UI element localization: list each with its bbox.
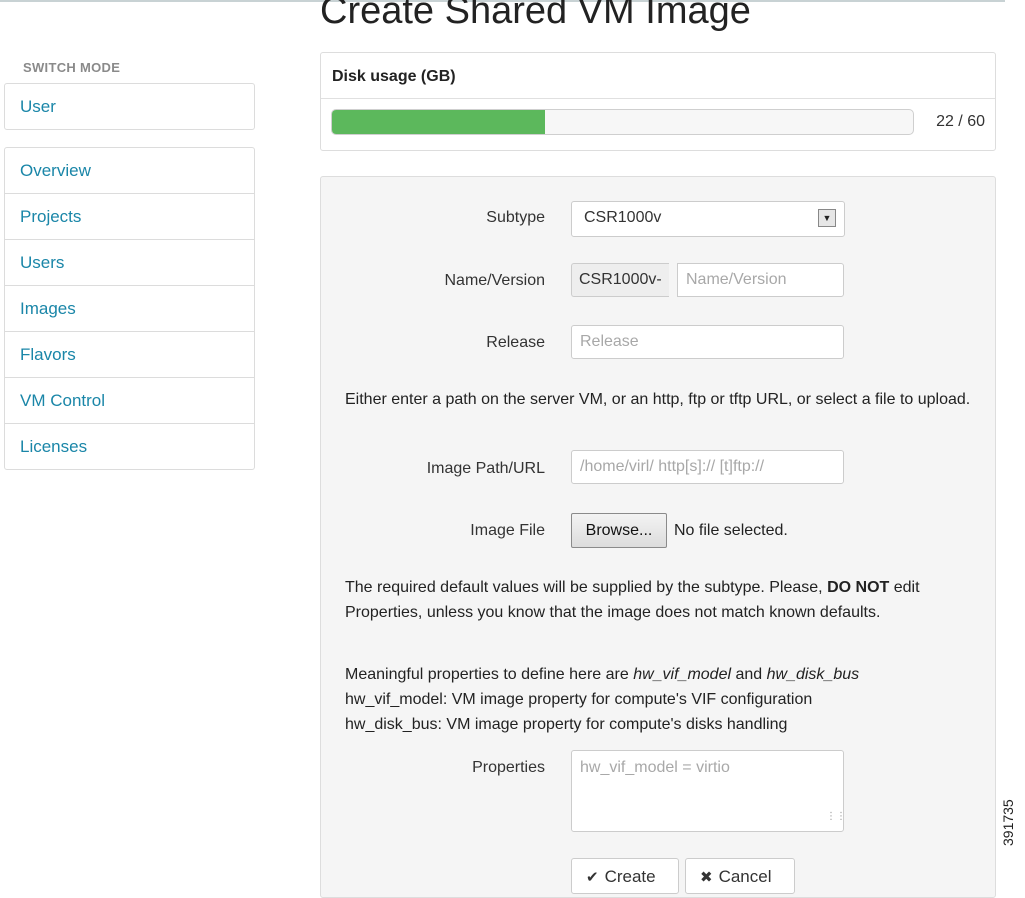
props-help-pre: Meaningful properties to define here are xyxy=(345,666,629,683)
defaults-help-bold: DO NOT xyxy=(827,579,890,596)
subtype-select[interactable]: CSR1000v ▼ xyxy=(571,201,845,237)
sidebar-item-images[interactable]: Images xyxy=(5,286,254,332)
mode-switcher: User xyxy=(4,83,255,130)
sidebar-item-users[interactable]: Users xyxy=(5,240,254,286)
disk-usage-progress-bar xyxy=(331,109,914,135)
defaults-help-text: The required default values will be supp… xyxy=(345,575,975,625)
resize-grip-icon[interactable]: ⋮⋮ xyxy=(826,812,846,822)
defaults-help-pre: The required default values will be supp… xyxy=(345,579,823,596)
sidebar-item-projects[interactable]: Projects xyxy=(5,194,254,240)
path-help-text: Either enter a path on the server VM, or… xyxy=(345,391,971,408)
image-path-label: Image Path/URL xyxy=(426,460,545,477)
name-version-prefix: CSR1000v- xyxy=(571,263,669,297)
sidebar-nav: Overview Projects Users Images Flavors V… xyxy=(4,147,255,470)
props-help-and: and xyxy=(735,666,763,683)
sidebar-item-flavors[interactable]: Flavors xyxy=(5,332,254,378)
properties-label: Properties xyxy=(472,759,545,776)
props-help-em2: hw_disk_bus xyxy=(766,666,860,683)
cancel-button-label: Cancel xyxy=(718,867,772,886)
name-version-label: Name/Version xyxy=(444,272,546,289)
sidebar-item-licenses[interactable]: Licenses xyxy=(5,424,254,469)
browse-button[interactable]: Browse... xyxy=(571,513,667,548)
disk-usage-title: Disk usage (GB) xyxy=(321,53,995,99)
create-button[interactable]: ✔ Create xyxy=(571,858,679,894)
subtype-value: CSR1000v xyxy=(584,209,662,226)
create-image-form: Subtype CSR1000v ▼ Name/Version CSR1000v… xyxy=(320,176,996,898)
file-status-text: No file selected. xyxy=(674,522,788,539)
disk-usage-progress-fill xyxy=(332,110,546,134)
figure-id: 391735 xyxy=(1000,799,1016,846)
properties-textarea[interactable] xyxy=(571,750,844,832)
disk-usage-count: 22 / 60 xyxy=(936,113,985,130)
sidebar-item-overview[interactable]: Overview xyxy=(5,148,254,194)
image-file-label: Image File xyxy=(470,522,545,539)
properties-help-text: Meaningful properties to define here are… xyxy=(345,662,975,737)
page-title: Create Shared VM Image xyxy=(320,0,751,32)
switch-mode-label: SWITCH MODE xyxy=(23,60,121,75)
sidebar-item-vm-control[interactable]: VM Control xyxy=(5,378,254,424)
release-label: Release xyxy=(486,334,545,351)
name-version-input[interactable] xyxy=(677,263,844,297)
close-icon: ✖ xyxy=(700,869,713,886)
subtype-label: Subtype xyxy=(486,209,545,226)
release-input[interactable] xyxy=(571,325,844,359)
props-help-line3: hw_disk_bus: VM image property for compu… xyxy=(345,716,788,733)
create-button-label: Create xyxy=(604,867,656,886)
cancel-button[interactable]: ✖ Cancel xyxy=(685,858,795,894)
check-icon: ✔ xyxy=(586,869,599,886)
props-help-line2: hw_vif_model: VM image property for comp… xyxy=(345,691,813,708)
image-path-input[interactable] xyxy=(571,450,844,484)
mode-item-user[interactable]: User xyxy=(5,84,254,129)
disk-usage-panel: Disk usage (GB) 22 / 60 xyxy=(320,52,996,151)
dropdown-arrow-icon[interactable]: ▼ xyxy=(818,209,836,227)
props-help-em1: hw_vif_model xyxy=(633,666,732,683)
